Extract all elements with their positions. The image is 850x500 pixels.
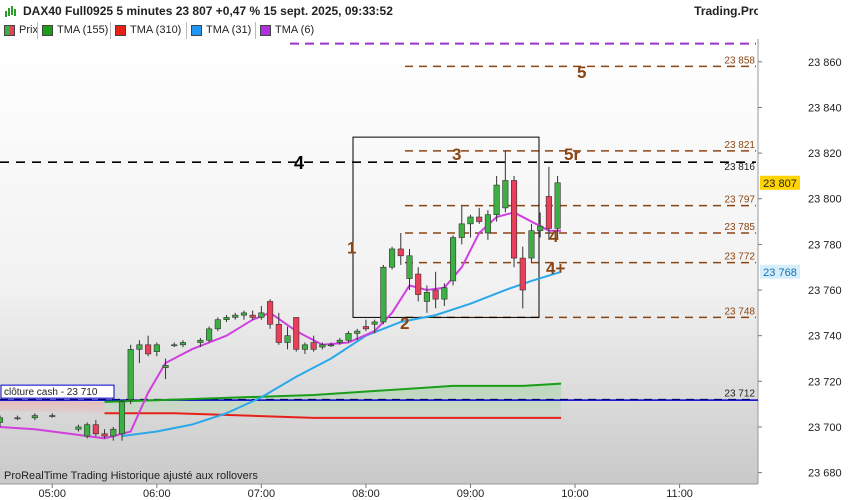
candle-body — [450, 237, 457, 282]
candle-body — [528, 230, 535, 259]
candle-body — [84, 424, 91, 437]
candle-body — [258, 312, 265, 318]
price-tick-label: 23 680 — [808, 468, 842, 480]
tma-cloud-red — [0, 399, 105, 414]
candle-body — [118, 401, 126, 435]
candle-body — [415, 273, 422, 295]
candle-body — [458, 223, 465, 238]
candle-body — [284, 335, 291, 343]
black-level-marker: 4 — [294, 153, 304, 173]
level-label: 23 797 — [724, 195, 755, 206]
candle-body — [545, 196, 552, 229]
black-level-label: 23 816 — [724, 162, 755, 173]
candle-body — [171, 344, 178, 347]
level-label: 23 858 — [724, 55, 755, 66]
marker-2: 2 — [400, 314, 409, 333]
price-tick-label: 23 860 — [808, 57, 842, 69]
candle-body — [214, 319, 221, 330]
candle-body — [197, 339, 204, 343]
price-tick-label: 23 840 — [808, 102, 842, 114]
candle-body — [336, 339, 343, 343]
candle-body — [179, 342, 187, 346]
candle-body — [432, 289, 439, 300]
candle-body — [92, 424, 99, 435]
candle-body — [127, 349, 134, 400]
time-tick-label: 07:00 — [248, 488, 276, 500]
candle-body — [110, 428, 117, 437]
candle-body — [423, 292, 430, 302]
candle-body — [362, 326, 369, 330]
time-tick-label: 11:00 — [666, 488, 693, 500]
candle-body — [519, 257, 526, 291]
candle-body — [319, 344, 326, 348]
candle-body — [101, 433, 108, 437]
candle-body — [301, 344, 308, 350]
tma31-price-label: 23 768 — [763, 267, 797, 279]
candle-body — [162, 365, 169, 368]
time-tick-label: 05:00 — [39, 488, 67, 500]
price-tick-label: 23 720 — [808, 376, 842, 388]
candle-body — [484, 214, 491, 234]
candle-body — [310, 342, 317, 350]
price-tick-label: 23 780 — [808, 239, 842, 251]
candle-body — [14, 417, 21, 420]
candle-body — [145, 344, 152, 355]
time-tick-label: 06:00 — [143, 488, 171, 500]
candle-body — [406, 255, 413, 279]
candle-body — [371, 321, 378, 325]
level-label: 23 748 — [724, 306, 755, 317]
candle-body — [136, 344, 143, 350]
candle-body — [232, 314, 239, 318]
candle-body — [49, 415, 56, 417]
marker-5: 5 — [577, 63, 586, 82]
candle-body — [223, 317, 230, 320]
candle-body — [206, 328, 213, 341]
candle-body — [554, 182, 561, 229]
marker-4: 4 — [549, 227, 559, 246]
candle-body — [397, 248, 404, 257]
cash-close-label: clôture cash - 23 710 — [4, 387, 98, 398]
price-tick-label: 23 800 — [808, 194, 842, 206]
current-price-label: 23 807 — [763, 178, 797, 190]
level-label: 23 821 — [724, 140, 755, 151]
candle-body — [537, 225, 544, 231]
marker-5r: 5r — [564, 145, 580, 164]
candle-body — [267, 301, 274, 325]
level-label: 23 712 — [724, 389, 755, 400]
candle-body — [328, 344, 335, 347]
candle-body — [510, 180, 518, 259]
candle-body — [249, 314, 256, 318]
candle-body — [293, 317, 300, 350]
candle-body — [467, 216, 474, 225]
candle-body — [0, 417, 4, 423]
candle-body — [441, 287, 448, 300]
candle-body — [345, 333, 352, 341]
candle-body — [502, 180, 509, 209]
candle-body — [389, 248, 396, 268]
candle-body — [153, 344, 160, 352]
marker-1: 1 — [347, 239, 356, 258]
price-tick-label: 23 760 — [808, 285, 842, 297]
candle-body — [476, 216, 483, 222]
candle-body — [493, 184, 500, 216]
level-label: 23 785 — [724, 222, 755, 233]
candle-body — [380, 266, 387, 323]
footnote: ProRealTime Trading Historique ajusté au… — [4, 470, 258, 482]
level-label: 23 772 — [724, 252, 755, 263]
candle-body — [240, 312, 248, 316]
marker-4-plus: 4+ — [546, 259, 565, 278]
candle-body — [31, 415, 38, 419]
time-tick-label: 08:00 — [352, 488, 380, 500]
time-tick-label: 09:00 — [457, 488, 485, 500]
candle-body — [354, 330, 361, 334]
candle-body — [275, 323, 282, 343]
time-tick-label: 10:00 — [561, 488, 589, 500]
marker-3: 3 — [452, 145, 461, 164]
price-tick-label: 23 820 — [808, 148, 842, 160]
price-chart[interactable]: 05:00 06:00 07:00 08:00 09:00 10:00 11:00 23 68… — [0, 0, 850, 500]
price-tick-label: 23 700 — [808, 422, 842, 434]
price-tick-label: 23 740 — [808, 331, 842, 343]
candle-body — [75, 426, 82, 430]
